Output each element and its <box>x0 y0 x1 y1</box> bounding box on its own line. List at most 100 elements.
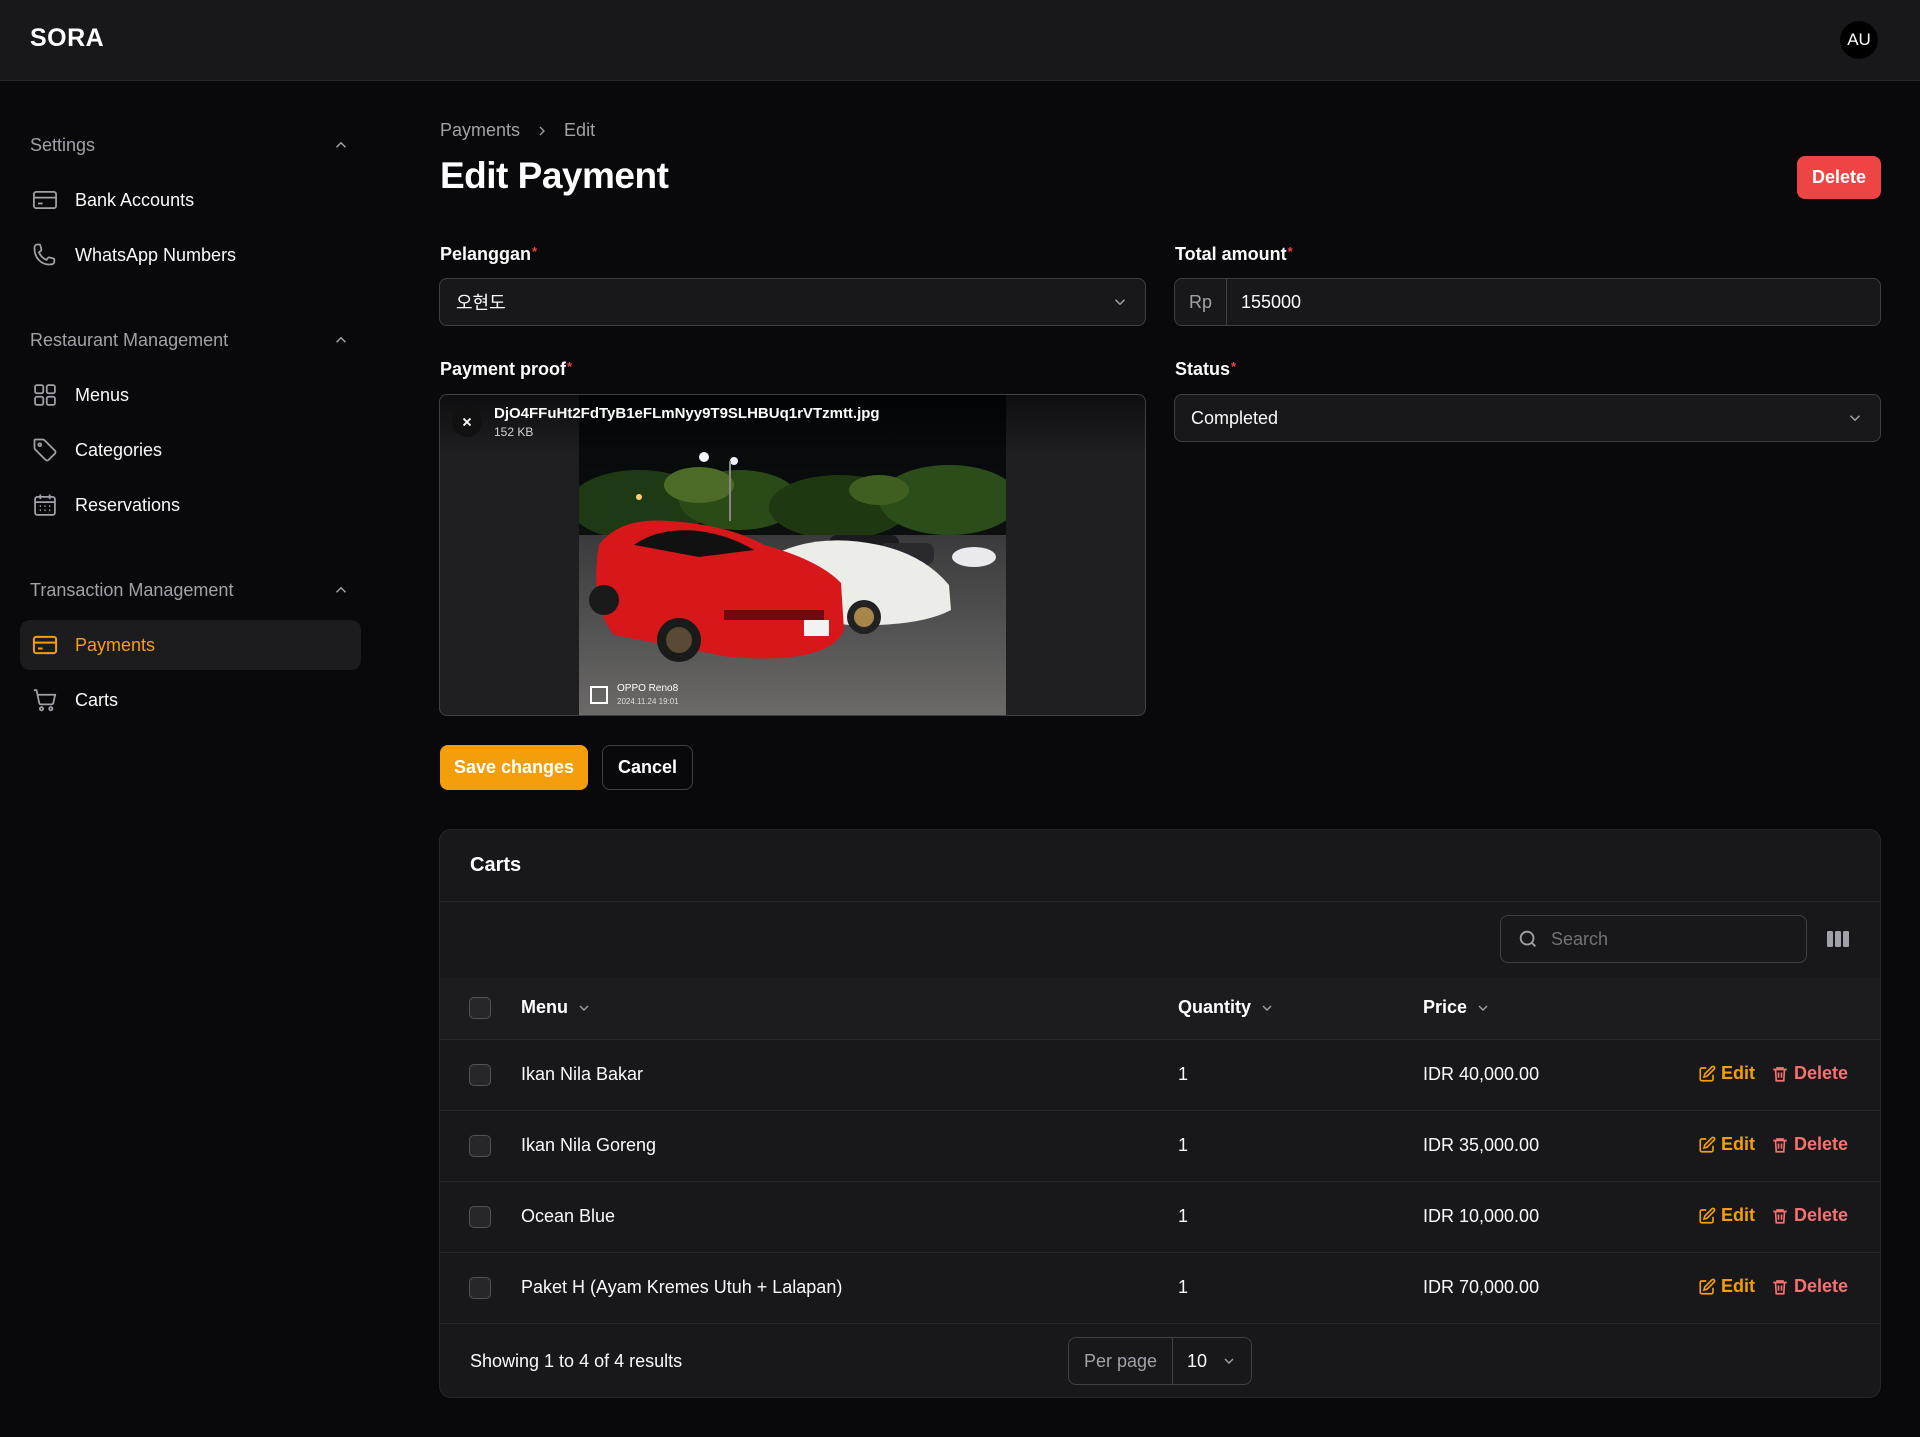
row-checkbox[interactable] <box>469 1135 491 1157</box>
chevron-up-icon <box>335 336 347 343</box>
row-actions: Edit Delete <box>1698 1205 1848 1226</box>
sidebar-item-reservations[interactable]: Reservations <box>20 480 361 530</box>
table-row: Ikan Nila Goreng 1 IDR 35,000.00 Edit De… <box>440 1111 1880 1182</box>
sidebar-item-label: Reservations <box>75 494 181 515</box>
search-field <box>1500 915 1807 963</box>
delete-row-button[interactable]: Delete <box>1771 1205 1848 1226</box>
cell-menu: Ocean Blue <box>521 1206 616 1226</box>
edit-label: Edit <box>1721 1134 1755 1154</box>
sidebar-item-label: Carts <box>75 689 119 710</box>
cell-menu: Paket H (Ayam Kremes Utuh + Lalapan) <box>521 1277 843 1297</box>
breadcrumb-current: Edit <box>564 120 596 140</box>
row-actions: Edit Delete <box>1698 1063 1848 1084</box>
sidebar-item-label: Menus <box>75 384 130 405</box>
divider <box>440 901 1880 902</box>
carts-panel: Carts Menu Quantity Price Ikan Nila Baka… <box>439 829 1881 1398</box>
tag-icon <box>30 435 60 465</box>
grid-icon <box>30 380 60 410</box>
select-all-checkbox[interactable] <box>469 997 491 1019</box>
row-checkbox[interactable] <box>469 1064 491 1086</box>
chevron-down-icon <box>1849 415 1861 422</box>
sidebar-item-carts[interactable]: Carts <box>20 675 361 725</box>
sidebar-item-label: WhatsApp Numbers <box>75 244 237 265</box>
cell-price: IDR 40,000.00 <box>1423 1064 1540 1084</box>
per-page-label: Per page <box>1069 1338 1173 1384</box>
customer-select-value: 오현도 <box>456 293 506 313</box>
sidebar-item-payments[interactable]: Payments <box>20 620 361 670</box>
payment-proof-label: Payment proof* <box>440 359 572 380</box>
sidebar-group-restaurant-management[interactable]: Restaurant Management <box>30 325 350 355</box>
sidebar-item-menus[interactable]: Menus <box>20 370 361 420</box>
upload-file-size: 152 KB <box>494 425 534 439</box>
delete-row-button[interactable]: Delete <box>1771 1063 1848 1084</box>
column-header-quantity[interactable]: Quantity <box>1178 997 1275 1018</box>
sidebar-group-transaction-management[interactable]: Transaction Management <box>30 575 350 605</box>
table-row: Ocean Blue 1 IDR 10,000.00 Edit Delete <box>440 1182 1880 1253</box>
top-bar: SORA AU <box>0 0 1920 81</box>
cell-quantity: 1 <box>1178 1064 1189 1084</box>
edit-icon <box>1699 1136 1716 1153</box>
edit-row-button[interactable]: Edit <box>1698 1134 1755 1155</box>
search-icon <box>1519 930 1536 947</box>
column-toggle-icon[interactable] <box>1825 927 1851 951</box>
sidebar: Settings Bank Accounts WhatsApp Numbers … <box>0 82 380 1437</box>
delete-row-button[interactable]: Delete <box>1771 1276 1848 1297</box>
cell-price: IDR 10,000.00 <box>1423 1206 1540 1226</box>
sidebar-item-bank-accounts[interactable]: Bank Accounts <box>20 175 361 225</box>
row-actions: Edit Delete <box>1698 1134 1848 1155</box>
trash-icon <box>1773 1208 1787 1224</box>
brand-logo[interactable]: SORA <box>30 24 104 53</box>
edit-label: Edit <box>1721 1205 1755 1225</box>
customer-select[interactable]: 오현도 <box>439 278 1146 326</box>
remove-file-button[interactable] <box>452 407 482 437</box>
payment-proof-upload[interactable]: OPPO Reno8 2024.11.24 19:01 DjO4FFuHt2Fd… <box>439 394 1146 716</box>
status-select[interactable]: Completed <box>1174 394 1881 442</box>
delete-row-button[interactable]: Delete <box>1771 1134 1848 1155</box>
save-changes-button[interactable]: Save changes <box>440 745 588 790</box>
user-avatar[interactable]: AU <box>1840 21 1878 59</box>
delete-label: Delete <box>1794 1134 1849 1154</box>
row-checkbox[interactable] <box>469 1206 491 1228</box>
pagination-summary: Showing 1 to 4 of 4 results <box>470 1351 683 1371</box>
per-page-dropdown[interactable]: 10 <box>1173 1338 1251 1384</box>
sidebar-group-settings[interactable]: Settings <box>30 130 350 160</box>
cell-quantity: 1 <box>1178 1277 1189 1297</box>
sidebar-item-label: Payments <box>75 634 156 655</box>
column-header-menu[interactable]: Menu <box>521 997 592 1018</box>
cancel-button[interactable]: Cancel <box>602 745 693 790</box>
row-checkbox[interactable] <box>469 1277 491 1299</box>
sidebar-item-label: Categories <box>75 439 163 460</box>
sidebar-item-label: Bank Accounts <box>75 189 195 210</box>
image-watermark-device: OPPO Reno8 <box>617 683 679 694</box>
currency-prefix: Rp <box>1175 279 1227 325</box>
breadcrumb: Payments Edit <box>440 120 595 141</box>
row-actions: Edit Delete <box>1698 1276 1848 1297</box>
sidebar-group-label: Settings <box>30 134 96 155</box>
edit-row-button[interactable]: Edit <box>1698 1276 1755 1297</box>
table-row: Ikan Nila Bakar 1 IDR 40,000.00 Edit Del… <box>440 1040 1880 1111</box>
delete-payment-button[interactable]: Delete <box>1797 156 1881 199</box>
customer-label-text: Pelanggan <box>440 244 532 264</box>
chevron-up-icon <box>335 141 347 148</box>
phone-icon <box>30 240 60 270</box>
required-marker: * <box>1287 244 1293 259</box>
table-header: Menu Quantity Price <box>440 978 1880 1040</box>
cell-price: IDR 35,000.00 <box>1423 1135 1540 1155</box>
sidebar-item-whatsapp-numbers[interactable]: WhatsApp Numbers <box>20 230 361 280</box>
column-header-price[interactable]: Price <box>1423 997 1491 1018</box>
cell-menu: Ikan Nila Bakar <box>521 1064 644 1084</box>
status-label: Status* <box>1175 359 1236 380</box>
breadcrumb-link-payments[interactable]: Payments <box>440 120 520 141</box>
total-amount-label: Total amount* <box>1175 244 1293 265</box>
delete-label: Delete <box>1794 1276 1849 1296</box>
sidebar-item-categories[interactable]: Categories <box>20 425 361 475</box>
edit-label: Edit <box>1721 1063 1755 1083</box>
calendar-icon <box>30 490 60 520</box>
edit-row-button[interactable]: Edit <box>1698 1205 1755 1226</box>
edit-row-button[interactable]: Edit <box>1698 1063 1755 1084</box>
search-input[interactable] <box>1551 928 1781 950</box>
chevron-down-icon <box>579 1005 589 1011</box>
cell-price: IDR 70,000.00 <box>1423 1277 1540 1297</box>
total-amount-input[interactable] <box>1227 279 1880 325</box>
total-amount-label-text: Total amount <box>1175 244 1287 264</box>
